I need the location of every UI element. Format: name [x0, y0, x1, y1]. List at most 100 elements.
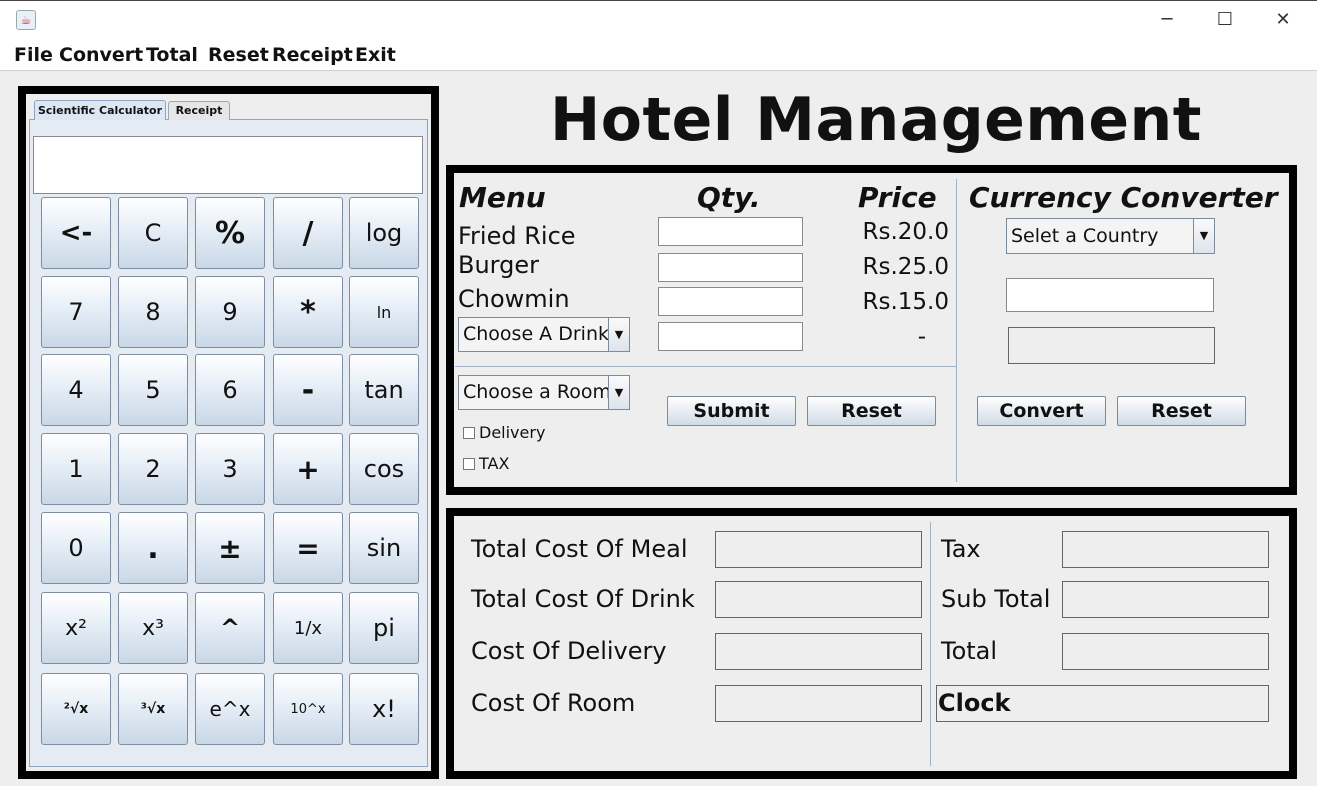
- menu-receipt[interactable]: Receipt: [272, 44, 353, 66]
- menu-file[interactable]: File: [14, 44, 53, 66]
- tab-receipt[interactable]: Receipt: [168, 101, 230, 120]
- menu-section-divider: [455, 366, 956, 367]
- calc-key-6-1[interactable]: ³√x: [118, 673, 188, 745]
- country-select[interactable]: Selet a Country ▼: [1006, 218, 1215, 254]
- calc-key-3-4[interactable]: cos: [349, 433, 419, 505]
- tab-scientific-calculator[interactable]: Scientific Calculator: [34, 100, 166, 120]
- price-burger: Rs.25.0: [862, 254, 950, 280]
- calc-key-0-2[interactable]: %: [195, 197, 265, 269]
- total-cost-of-meal-field: [715, 531, 922, 568]
- menu-exit[interactable]: Exit: [355, 44, 396, 66]
- calc-key-2-3[interactable]: -: [273, 354, 343, 426]
- calc-key-0-0[interactable]: <-: [41, 197, 111, 269]
- java-app-icon: ☕: [16, 10, 36, 30]
- cost-of-delivery-label: Cost Of Delivery: [471, 637, 667, 665]
- maximize-button[interactable]: ☐: [1210, 8, 1240, 32]
- calc-key-5-2[interactable]: ^: [195, 592, 265, 664]
- qty-input-fried-rice[interactable]: [658, 217, 803, 246]
- qty-input-burger[interactable]: [658, 253, 803, 282]
- calculator-display[interactable]: [33, 136, 423, 194]
- calc-key-3-3[interactable]: +: [273, 433, 343, 505]
- total-field: [1062, 633, 1269, 670]
- calc-key-2-1[interactable]: 5: [118, 354, 188, 426]
- chevron-down-icon: ▼: [1193, 219, 1214, 253]
- submit-button[interactable]: Submit: [667, 396, 796, 426]
- calc-key-5-1[interactable]: x³: [118, 592, 188, 664]
- qty-input-chowmin[interactable]: [658, 287, 803, 316]
- total-label: Total: [941, 637, 998, 665]
- app-title: Hotel Management System: [550, 85, 1202, 227]
- menu-header: Menu: [459, 181, 546, 214]
- total-cost-of-drink-field: [715, 581, 922, 618]
- calc-key-1-1[interactable]: 8: [118, 276, 188, 348]
- calc-key-3-0[interactable]: 1: [41, 433, 111, 505]
- calc-key-4-2[interactable]: ±: [195, 512, 265, 584]
- calc-key-6-0[interactable]: ²√x: [41, 673, 111, 745]
- calc-key-5-4[interactable]: pi: [349, 592, 419, 664]
- calc-key-5-0[interactable]: x²: [41, 592, 111, 664]
- calc-key-1-4[interactable]: ln: [349, 276, 419, 348]
- total-cost-of-meal-label: Total Cost Of Meal: [471, 535, 688, 563]
- currency-converter-header: Currency Converter: [969, 181, 1278, 214]
- drink-select-value: Choose A Drink: [463, 323, 609, 345]
- sub-total-field: [1062, 581, 1269, 618]
- calc-key-4-1[interactable]: .: [118, 512, 188, 584]
- cost-of-room-field: [715, 685, 922, 722]
- calc-key-4-4[interactable]: sin: [349, 512, 419, 584]
- calc-key-6-4[interactable]: x!: [349, 673, 419, 745]
- sub-total-label: Sub Total: [941, 585, 1051, 613]
- cost-of-delivery-field: [715, 633, 922, 670]
- calc-key-6-2[interactable]: e^x: [195, 673, 265, 745]
- minimize-button[interactable]: ─: [1152, 8, 1182, 32]
- calc-key-2-2[interactable]: 6: [195, 354, 265, 426]
- menu-convert[interactable]: Convert: [59, 44, 143, 66]
- tax-label: TAX: [479, 454, 510, 473]
- calc-key-2-0[interactable]: 4: [41, 354, 111, 426]
- menu-reset[interactable]: Reset: [208, 44, 269, 66]
- menubar: File Convert Total Reset Receipt Exit: [0, 40, 1317, 71]
- chevron-down-icon: ▼: [608, 376, 629, 409]
- currency-amount-input[interactable]: [1006, 278, 1214, 312]
- qty-input-drink[interactable]: [658, 322, 803, 351]
- calc-key-1-3[interactable]: *: [273, 276, 343, 348]
- calc-key-0-3[interactable]: /: [273, 197, 343, 269]
- drink-select[interactable]: Choose A Drink ▼: [458, 317, 630, 352]
- cost-of-room-label: Cost Of Room: [471, 689, 636, 717]
- calc-key-4-3[interactable]: =: [273, 512, 343, 584]
- tax-total-field: [1062, 531, 1269, 568]
- chevron-down-icon: ▼: [608, 318, 629, 351]
- room-select-value: Choose a Room: [463, 381, 611, 403]
- calc-key-4-0[interactable]: 0: [41, 512, 111, 584]
- room-select[interactable]: Choose a Room ▼: [458, 375, 630, 410]
- clock-label: Clock: [938, 689, 1011, 717]
- price-chowmin: Rs.15.0: [862, 289, 950, 315]
- calc-key-5-3[interactable]: 1/x: [273, 592, 343, 664]
- total-cost-of-drink-label: Total Cost Of Drink: [471, 585, 695, 613]
- calc-key-6-3[interactable]: 10^x: [273, 673, 343, 745]
- window-bottom-edge: [0, 786, 1317, 797]
- calc-key-2-4[interactable]: tan: [349, 354, 419, 426]
- calc-key-3-1[interactable]: 2: [118, 433, 188, 505]
- clock-display: Clock: [936, 685, 1269, 722]
- currency-reset-button[interactable]: Reset: [1117, 396, 1246, 426]
- calc-key-0-1[interactable]: C: [118, 197, 188, 269]
- menu-reset-button[interactable]: Reset: [807, 396, 936, 426]
- delivery-checkbox[interactable]: [463, 427, 475, 439]
- currency-result-field: [1008, 327, 1215, 364]
- calc-key-1-0[interactable]: 7: [41, 276, 111, 348]
- calc-key-0-4[interactable]: log: [349, 197, 419, 269]
- tax-checkbox[interactable]: [463, 458, 475, 470]
- menu-item-chowmin: Chowmin: [458, 285, 570, 313]
- close-button[interactable]: ✕: [1268, 8, 1298, 32]
- convert-button[interactable]: Convert: [977, 396, 1106, 426]
- calc-key-3-2[interactable]: 3: [195, 433, 265, 505]
- menu-total[interactable]: Total: [146, 44, 198, 66]
- calc-key-1-2[interactable]: 9: [195, 276, 265, 348]
- price-header: Price: [858, 181, 937, 214]
- totals-panel-divider: [930, 522, 931, 766]
- qty-header: Qty.: [697, 181, 761, 214]
- window-titlebar: [0, 0, 1317, 40]
- order-panel-divider: [956, 179, 957, 482]
- delivery-label: Delivery: [479, 423, 546, 442]
- country-select-value: Selet a Country: [1011, 225, 1159, 247]
